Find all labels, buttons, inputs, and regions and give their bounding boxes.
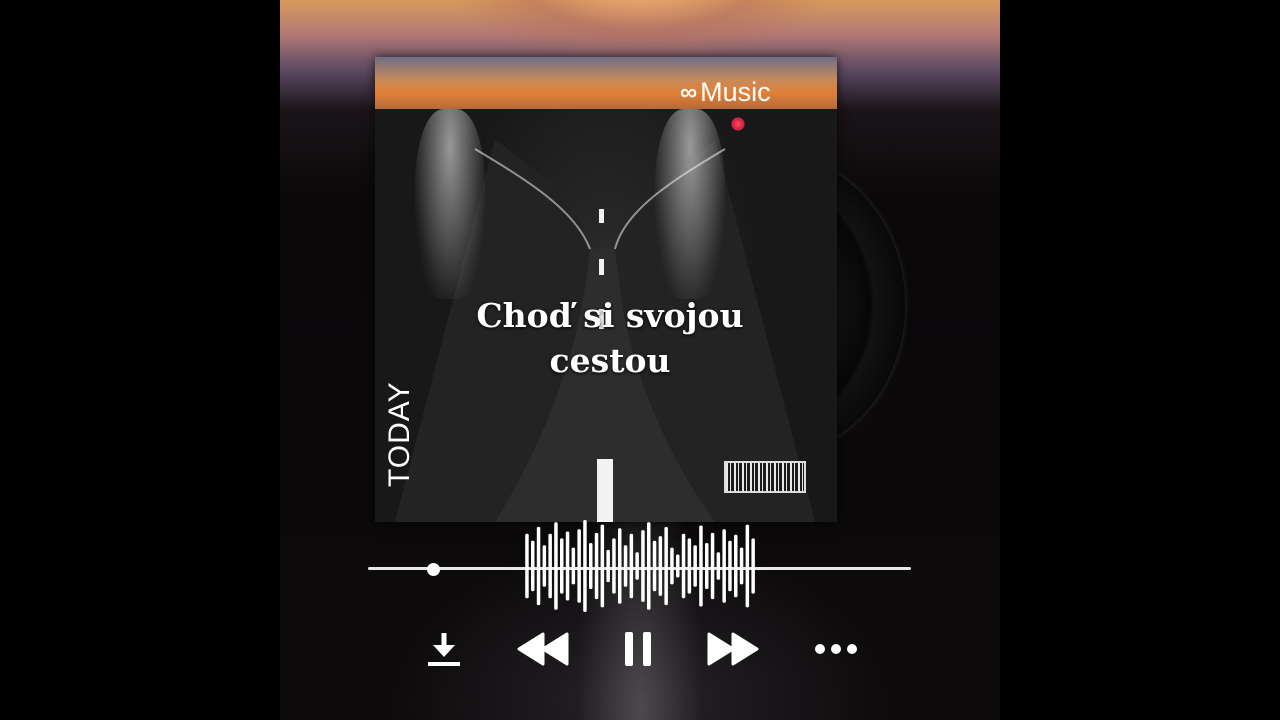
waveform-bar: [583, 520, 587, 612]
infinity-icon: ∞: [680, 78, 697, 106]
waveform-bar: [652, 540, 657, 592]
waveform-bar: [554, 522, 558, 610]
waveform-bar: [560, 538, 564, 594]
waveform-bar: [612, 538, 616, 594]
waveform-bar: [589, 543, 593, 589]
song-title: Choď si svojou cestou: [476, 296, 744, 380]
album-cover: ∞ Music Choď si svojou cestou TODAY: [375, 57, 837, 522]
waveform-bar: [739, 547, 744, 585]
waveform-bar: [531, 540, 535, 592]
light-beam: [655, 109, 725, 299]
lane-marking: [599, 259, 604, 275]
light-beam: [415, 109, 485, 299]
download-button[interactable]: [420, 628, 468, 670]
waveform-bar: [670, 547, 674, 585]
more-options-button[interactable]: [810, 628, 862, 670]
waveform-bar: [681, 533, 686, 599]
waveform-bar: [658, 536, 663, 596]
side-label: TODAY: [383, 381, 416, 487]
rewind-icon: [517, 632, 569, 666]
waveform-bar: [629, 533, 634, 599]
barcode-icon: [724, 461, 806, 493]
waveform-bar: [745, 524, 750, 608]
waveform-bar: [728, 540, 732, 592]
waveform-bar: [600, 524, 605, 608]
waveform-bar: [565, 531, 570, 601]
rose-icon: [730, 117, 746, 131]
waveform-bar: [647, 522, 651, 610]
fast-forward-icon: [707, 632, 759, 666]
pause-button[interactable]: [612, 628, 664, 670]
brand-label: Music: [700, 77, 771, 107]
rewind-button[interactable]: [515, 628, 571, 670]
waveform-bar: [536, 526, 541, 606]
waveform-bar: [734, 534, 738, 598]
waveform-bar: [635, 552, 639, 580]
download-icon: [428, 633, 460, 666]
waveform-bar: [705, 543, 709, 589]
fast-forward-button[interactable]: [705, 628, 761, 670]
waveform-bar: [525, 533, 529, 599]
pause-icon: [625, 632, 651, 666]
waveform-bar: [618, 528, 622, 604]
waveform-bar: [716, 552, 721, 580]
waveform-bar: [751, 538, 755, 594]
waveform-bar: [664, 526, 668, 606]
brand-logo: ∞ Music: [680, 77, 771, 108]
waveform-bar: [710, 532, 715, 600]
waveform-bar: [571, 547, 576, 585]
more-icon: [815, 644, 857, 654]
waveform-bar: [641, 530, 645, 602]
waveform-bar: [699, 525, 703, 607]
waveform-bar: [577, 529, 581, 603]
waveform-bar: [542, 545, 547, 587]
lane-marking: [597, 459, 613, 522]
waveform-bar: [548, 533, 552, 599]
waveform-bar: [722, 529, 726, 603]
waveform-bar: [687, 538, 692, 594]
waveform-bar: [693, 545, 697, 587]
waveform-bar: [676, 554, 680, 578]
waveform-bar: [606, 549, 610, 583]
waveform-bar: [594, 532, 599, 600]
lane-marking: [599, 209, 604, 223]
audio-waveform: [525, 520, 755, 612]
waveform-bar: [623, 545, 628, 587]
